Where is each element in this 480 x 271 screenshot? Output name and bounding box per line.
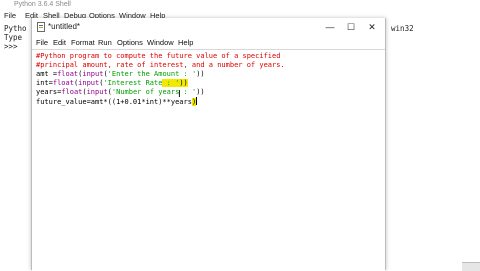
- shell-output-line-right: n win32: [382, 24, 414, 33]
- code-token: float: [52, 79, 74, 87]
- code-token: )): [196, 88, 205, 96]
- code-line[interactable]: future_value=amt*((1+0.01*int)**years): [36, 97, 198, 107]
- editor-menu-file[interactable]: File: [36, 37, 48, 48]
- code-line[interactable]: #principal amount, rate of interest, and…: [36, 61, 285, 70]
- code-line[interactable]: amt =float(input('Enter the Amount : ')): [36, 70, 205, 79]
- text-caret: [196, 97, 198, 105]
- code-token: #principal amount, rate of interest, and…: [36, 61, 285, 69]
- code-token: 'Number of years : ': [111, 88, 197, 96]
- code-token: float: [57, 70, 79, 78]
- code-token: )): [179, 79, 188, 87]
- code-token: int=: [36, 79, 53, 87]
- shell-titlebar: Python 3.6.4 Shell: [0, 0, 480, 10]
- shell-title: Python 3.6.4 Shell: [14, 1, 71, 8]
- shell-menu-file[interactable]: File: [4, 11, 16, 21]
- close-button[interactable]: ✕: [364, 20, 380, 34]
- editor-window: *untitled* — ☐ ✕ File Edit Format Run Op…: [31, 18, 386, 271]
- editor-menu-help[interactable]: Help: [178, 37, 193, 48]
- editor-menu-options[interactable]: Options: [117, 37, 143, 48]
- shell-prompt[interactable]: >>>: [4, 42, 18, 52]
- code-token: 'Enter the Amount : ': [107, 70, 197, 78]
- code-line[interactable]: #Python program to compute the future va…: [36, 52, 280, 61]
- editor-menu-window[interactable]: Window: [147, 37, 174, 48]
- code-token: input: [82, 70, 104, 78]
- editor-menu-format[interactable]: Format: [71, 37, 95, 48]
- code-token: float: [61, 88, 83, 96]
- code-token: years=: [36, 88, 62, 96]
- editor-menu-edit[interactable]: Edit: [53, 37, 66, 48]
- code-token: input: [78, 79, 100, 87]
- text-cursor-icon: I: [178, 89, 181, 100]
- code-editor-area[interactable]: future_value=amt*((1+0.01*int)**years) ye…: [32, 49, 385, 271]
- editor-title: *untitled*: [48, 22, 81, 31]
- code-token: 'Interest Rate: [103, 79, 163, 87]
- minimize-button[interactable]: —: [322, 20, 338, 34]
- code-token: : ': [162, 79, 180, 87]
- code-token: input: [86, 88, 108, 96]
- editor-menu-run[interactable]: Run: [98, 37, 112, 48]
- maximize-button[interactable]: ☐: [343, 20, 359, 34]
- code-token: #Python program to compute the future va…: [36, 52, 281, 60]
- editor-menubar: File Edit Format Run Options Window Help: [32, 36, 385, 49]
- code-token: future_value=amt*((1+0.01*int)**years: [36, 98, 192, 106]
- python-file-icon: [37, 22, 45, 32]
- code-line[interactable]: int=float(input('Interest Rate : ')): [36, 79, 188, 88]
- code-token: )): [196, 70, 205, 78]
- editor-titlebar[interactable]: *untitled* — ☐ ✕: [32, 18, 385, 36]
- code-token: amt =: [36, 70, 58, 78]
